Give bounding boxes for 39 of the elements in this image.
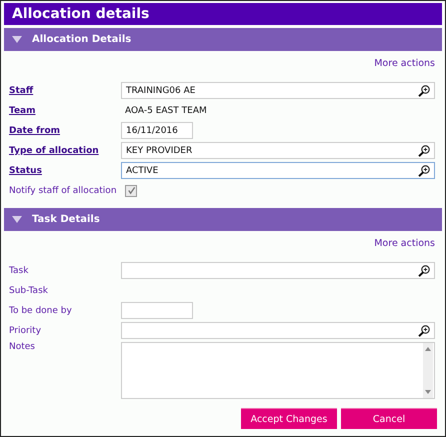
lookup-field[interactable]: ACTIVE [121, 162, 435, 179]
search-icon[interactable] [418, 164, 430, 176]
section-header[interactable]: Allocation Details [4, 28, 442, 51]
lookup-field[interactable] [121, 322, 435, 339]
date-field[interactable]: 16/11/2016 [121, 122, 193, 139]
field-link[interactable]: Date from [9, 126, 121, 136]
lookup-field[interactable] [121, 262, 435, 279]
field-label: Notes [9, 342, 36, 352]
search-icon[interactable] [418, 84, 430, 96]
more-actions-link[interactable]: More actions [374, 238, 435, 254]
field-link[interactable]: Staff [9, 86, 121, 96]
scrollbar[interactable] [423, 343, 433, 398]
section-title: Allocation Details [32, 34, 132, 45]
field-label: Sub-Task [9, 286, 49, 296]
notes-field[interactable] [121, 342, 435, 399]
field-label: Notify staff of allocation [9, 186, 118, 196]
collapse-triangle-icon [12, 216, 22, 223]
accept-button[interactable]: Accept Changes [241, 408, 337, 429]
window-title: Allocation details [4, 3, 442, 25]
scroll-down-icon[interactable] [425, 390, 431, 394]
field-link[interactable]: Type of allocation [9, 146, 121, 156]
date-field[interactable] [121, 302, 193, 319]
field-link[interactable]: Team [9, 106, 121, 116]
field-label: To be done by [9, 306, 73, 316]
field-link[interactable]: Status [9, 166, 121, 176]
field-label: Priority [9, 326, 42, 336]
search-icon[interactable] [418, 324, 430, 336]
section-title: Task Details [32, 214, 100, 225]
lookup-field[interactable]: TRAINING06 AE [121, 82, 435, 99]
collapse-triangle-icon [12, 36, 22, 43]
field-label: Task [9, 266, 30, 276]
more-actions-link[interactable]: More actions [374, 58, 435, 74]
search-icon[interactable] [418, 144, 430, 156]
scroll-up-icon[interactable] [425, 347, 431, 351]
lookup-field[interactable]: KEY PROVIDER [121, 142, 435, 159]
search-icon[interactable] [418, 264, 430, 276]
field-value: AOA-5 EAST TEAM [124, 106, 207, 116]
section-header[interactable]: Task Details [4, 208, 442, 231]
cancel-button[interactable]: Cancel [341, 408, 437, 429]
